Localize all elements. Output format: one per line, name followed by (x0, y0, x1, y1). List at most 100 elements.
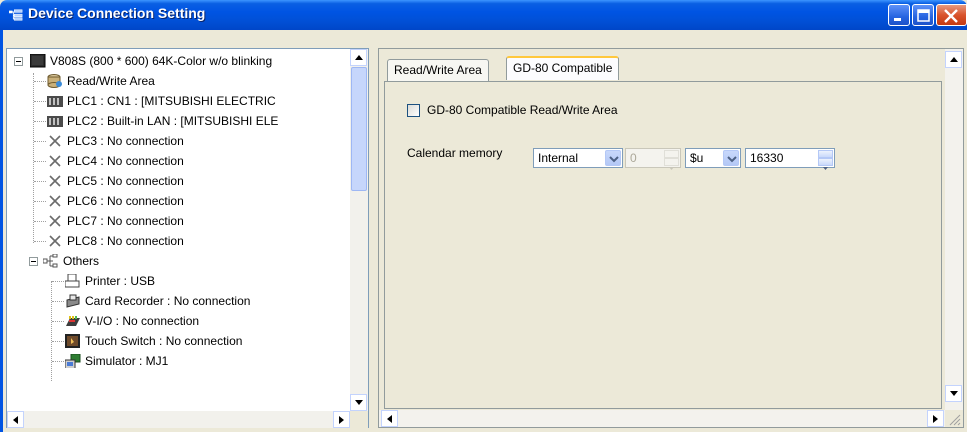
x-icon (49, 135, 61, 147)
scroll-left-button[interactable] (7, 411, 24, 428)
tree-item-simulator[interactable]: Simulator : MJ1 (7, 351, 350, 371)
device-tree: V808S (800 * 600) 64K-Color w/o blinking… (7, 49, 350, 411)
network-tree-icon (43, 254, 58, 268)
tree-item-plc4[interactable]: PLC4 : No connection (7, 151, 350, 171)
tree-item-label: PLC4 : No connection (67, 154, 184, 168)
x-icon (49, 235, 61, 247)
tree-item-plc7[interactable]: PLC7 : No connection (7, 211, 350, 231)
tree-item-vio[interactable]: V-I/O : No connection (7, 311, 350, 331)
tree-item-plc5[interactable]: PLC5 : No connection (7, 171, 350, 191)
arrow-up-icon (355, 55, 363, 60)
tree-item-label: PLC5 : No connection (67, 174, 184, 188)
plc-icon (47, 96, 63, 107)
tab-read-write-area[interactable]: Read/Write Area (387, 59, 489, 81)
card-recorder-icon (66, 294, 80, 308)
scroll-down-button[interactable] (350, 394, 367, 411)
arrow-right-icon (339, 416, 344, 424)
dropdown-arrow-icon[interactable] (723, 150, 739, 166)
memory-type-select[interactable]: Internal (533, 148, 623, 168)
maximize-button[interactable] (912, 4, 934, 26)
tree-line (52, 281, 64, 282)
scrollbar-corner (350, 411, 368, 428)
calendar-memory-label: Calendar memory (407, 146, 503, 160)
scroll-thumb[interactable] (351, 67, 367, 191)
tree-item-card-recorder[interactable]: Card Recorder : No connection (7, 291, 350, 311)
tree-item-label: Others (63, 254, 100, 268)
maximize-icon (917, 9, 930, 22)
tree-item-label: Simulator : MJ1 (85, 354, 169, 368)
settings-horizontal-scrollbar[interactable] (379, 410, 945, 427)
tree-item-label: PLC3 : No connection (67, 134, 184, 148)
tree-item-label: Read/Write Area (67, 74, 155, 88)
tree-item-label: V808S (800 * 600) 64K-Color w/o blinking (50, 54, 273, 68)
tab-label: Read/Write Area (394, 63, 482, 77)
tree-item-label: PLC2 : Built-in LAN : [MITSUBISHI ELE (67, 114, 279, 128)
address-value: 16330 (750, 151, 784, 165)
tree-item-label: PLC1 : CN1 : [MITSUBISHI ELECTRIC (67, 94, 276, 108)
tree-item-touch-switch[interactable]: Touch Switch : No connection (7, 331, 350, 351)
tab-label: GD-80 Compatible (513, 61, 613, 75)
tree-line (52, 321, 64, 322)
tree-line (34, 201, 46, 202)
arrow-down-icon (355, 400, 363, 405)
scroll-up-button[interactable] (945, 51, 962, 68)
scroll-right-button[interactable] (333, 411, 350, 428)
tab-gd80-compatible[interactable]: GD-80 Compatible (506, 56, 620, 80)
collapse-icon[interactable] (29, 257, 38, 266)
x-icon (49, 175, 61, 187)
minimize-button[interactable] (888, 4, 910, 26)
tree-item-plc6[interactable]: PLC6 : No connection (7, 191, 350, 211)
memory-number-value: 0 (630, 151, 637, 165)
touch-switch-icon (65, 334, 80, 348)
arrow-down-icon (950, 391, 958, 396)
device-connection-window: Device Connection Setting V808S (800 * 6 (0, 0, 967, 432)
tree-line (52, 301, 64, 302)
tree-item-printer[interactable]: Printer : USB (7, 271, 350, 291)
tree-item-read-write-area[interactable]: Read/Write Area (7, 71, 350, 91)
tree-line (52, 361, 64, 362)
printer-icon (65, 274, 80, 288)
tree-line (34, 101, 46, 102)
scroll-down-button[interactable] (945, 385, 962, 402)
tree-item-label: PLC8 : No connection (67, 234, 184, 248)
dropdown-arrow-icon[interactable] (605, 150, 621, 166)
gd80-checkbox-label: GD-80 Compatible Read/Write Area (427, 103, 618, 117)
spin-arrows-icon[interactable] (818, 150, 833, 170)
spin-arrows-icon (664, 150, 679, 170)
tree-horizontal-scrollbar[interactable] (7, 411, 350, 428)
tree-item-label: V-I/O : No connection (85, 314, 200, 328)
device-type-select[interactable]: $u (685, 148, 741, 168)
arrow-left-icon (13, 416, 18, 424)
tree-item-label: Printer : USB (85, 274, 156, 288)
tree-item-plc3[interactable]: PLC3 : No connection (7, 131, 350, 151)
scroll-up-button[interactable] (350, 49, 367, 66)
scroll-left-button[interactable] (381, 410, 398, 427)
tree-line (34, 181, 46, 182)
gd80-tab-page: GD-80 Compatible Read/Write Area Calenda… (384, 81, 942, 409)
vio-icon (66, 316, 80, 326)
tree-line (34, 141, 46, 142)
scroll-right-button[interactable] (927, 410, 944, 427)
close-button[interactable] (936, 4, 967, 26)
resize-grip-icon[interactable] (946, 411, 962, 427)
tree-item-plc8[interactable]: PLC8 : No connection (7, 231, 350, 251)
monitor-icon (30, 54, 46, 68)
tree-vertical-scrollbar[interactable] (350, 49, 368, 411)
collapse-icon[interactable] (14, 57, 23, 66)
gd80-compatible-checkbox[interactable] (407, 104, 420, 117)
tree-item-root[interactable]: V808S (800 * 600) 64K-Color w/o blinking (7, 51, 350, 71)
tree-line (34, 161, 46, 162)
memory-type-value: Internal (538, 151, 579, 165)
tree-item-plc2[interactable]: PLC2 : Built-in LAN : [MITSUBISHI ELE (7, 111, 350, 131)
device-connection-icon (9, 9, 23, 21)
database-icon (47, 74, 62, 88)
title-bar[interactable]: Device Connection Setting (0, 0, 967, 30)
arrow-left-icon (387, 415, 392, 423)
tree-item-others[interactable]: Others (7, 251, 350, 271)
minimize-icon (894, 18, 901, 21)
tree-line (34, 221, 46, 222)
tree-item-plc1[interactable]: PLC1 : CN1 : [MITSUBISHI ELECTRIC (7, 91, 350, 111)
memory-number-spinner: 0 (625, 148, 681, 170)
settings-vertical-scrollbar[interactable] (945, 49, 963, 410)
address-spinner[interactable]: 16330 (745, 148, 835, 170)
